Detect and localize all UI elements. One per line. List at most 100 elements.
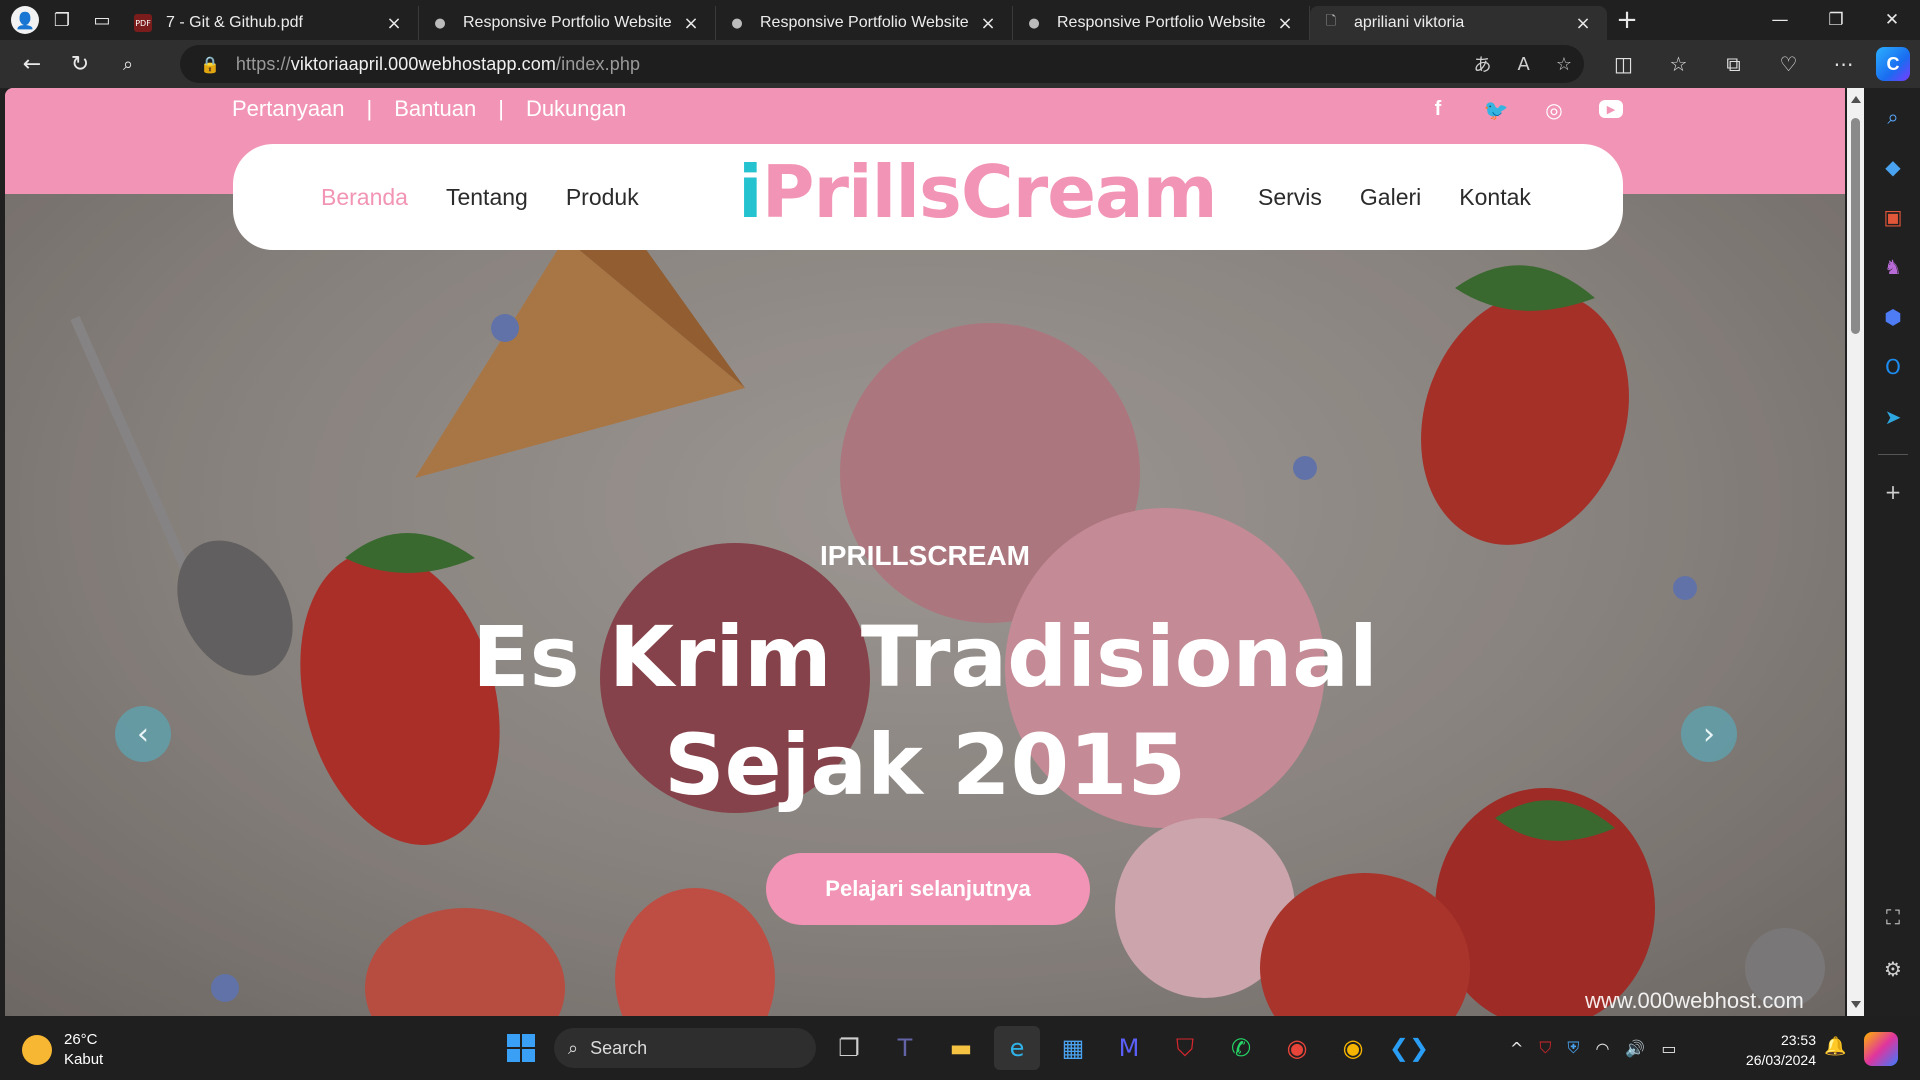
back-icon[interactable]: ←: [8, 44, 56, 84]
security-icon[interactable]: ⛨: [1567, 1038, 1579, 1058]
wifi-icon[interactable]: ◠: [1595, 1039, 1609, 1058]
file-explorer-icon[interactable]: ▬: [938, 1026, 984, 1070]
shopping-tag-icon[interactable]: ◆: [1866, 142, 1920, 192]
page-scrollbar[interactable]: [1847, 88, 1864, 1016]
tab-portfolio-3[interactable]: ● Responsive Portfolio Website ×: [1013, 6, 1310, 40]
read-aloud-icon[interactable]: A: [1518, 54, 1530, 75]
battery-icon[interactable]: ▭: [1661, 1039, 1676, 1058]
app-m-icon[interactable]: M: [1106, 1026, 1152, 1070]
search-label: Search: [590, 1037, 648, 1058]
chevron-left-icon: ‹: [137, 716, 149, 752]
nav-right-group: Servis Galeri Kontak: [1258, 144, 1531, 250]
nav-beranda[interactable]: Beranda: [321, 184, 408, 211]
twitter-icon[interactable]: 🐦: [1483, 98, 1509, 122]
top-link-pertanyaan[interactable]: Pertanyaan: [232, 96, 345, 122]
close-tab-icon[interactable]: ×: [1571, 13, 1595, 34]
edge-icon[interactable]: e: [994, 1026, 1040, 1070]
browser-essentials-icon[interactable]: ♡: [1761, 52, 1816, 76]
nav-produk[interactable]: Produk: [566, 184, 639, 211]
scroll-thumb[interactable]: [1851, 118, 1860, 334]
host-watermark[interactable]: www.000webhost.com: [1585, 988, 1804, 1014]
search-icon[interactable]: ⌕: [104, 44, 152, 84]
vscode-icon[interactable]: ❮❯: [1386, 1026, 1432, 1070]
favorite-star-icon[interactable]: ☆: [1556, 54, 1572, 75]
carousel-next-button[interactable]: ›: [1681, 706, 1737, 762]
window-controls: — ❐ ✕: [1752, 0, 1920, 40]
copilot-taskbar-icon[interactable]: [1864, 1032, 1898, 1066]
favorites-icon[interactable]: ☆: [1651, 52, 1706, 76]
top-link-dukungan[interactable]: Dukungan: [526, 96, 626, 122]
volume-icon[interactable]: 🔊: [1625, 1039, 1645, 1058]
scroll-up-icon[interactable]: [1851, 96, 1861, 103]
whatsapp-icon[interactable]: ✆: [1218, 1026, 1264, 1070]
tab-git-github-pdf[interactable]: PDF 7 - Git & Github.pdf ×: [122, 6, 419, 40]
top-link-separator: |: [498, 96, 504, 121]
start-button[interactable]: [498, 1026, 544, 1070]
brand-logo-text: PrillsCream: [761, 150, 1218, 234]
copilot-icon[interactable]: C: [1876, 47, 1910, 81]
instagram-icon[interactable]: ◎: [1541, 98, 1567, 122]
weather-widget[interactable]: 26°C Kabut: [22, 1030, 103, 1070]
top-link-bantuan[interactable]: Bantuan: [394, 96, 476, 122]
profile-icon: 👤: [11, 6, 39, 34]
sidebar-search-icon[interactable]: ⌕: [1866, 92, 1920, 142]
tab-apriliani-viktoria[interactable]: 🗋 apriliani viktoria ×: [1310, 6, 1607, 40]
notification-bell-icon[interactable]: 🔔: [1824, 1036, 1846, 1057]
taskbar-apps: ⌕ Search ❐ T ▬ e ▦ M ⛉ ✆ ◉ ◉ ❮❯: [498, 1026, 1432, 1070]
learn-more-button[interactable]: Pelajari selanjutnya: [766, 853, 1090, 925]
close-tab-icon[interactable]: ×: [679, 13, 703, 34]
tab-portfolio-1[interactable]: ● Responsive Portfolio Website ×: [419, 6, 716, 40]
mcafee-icon[interactable]: ⛉: [1162, 1026, 1208, 1070]
show-hidden-icons-icon[interactable]: ^: [1510, 1039, 1523, 1058]
nav-kontak[interactable]: Kontak: [1459, 184, 1531, 211]
tab-portfolio-2[interactable]: ● Responsive Portfolio Website ×: [716, 6, 1013, 40]
microsoft-365-icon[interactable]: ⬢: [1866, 292, 1920, 342]
taskbar-search[interactable]: ⌕ Search: [554, 1028, 816, 1068]
system-clock[interactable]: 23:53 26/03/2024: [1736, 1030, 1816, 1070]
tab-actions-icon[interactable]: ▭: [82, 0, 122, 40]
add-sidebar-app-icon[interactable]: +: [1866, 467, 1920, 517]
social-links: f 🐦 ◎ ▶: [1425, 98, 1623, 122]
url-host: viktoriaapril.000webhostapp.com: [290, 53, 556, 74]
minimize-icon[interactable]: —: [1752, 0, 1808, 40]
close-tab-icon[interactable]: ×: [1273, 13, 1297, 34]
workspaces-icon[interactable]: ❐: [42, 0, 82, 40]
drop-icon[interactable]: ➤: [1866, 392, 1920, 442]
translate-icon[interactable]: あ: [1474, 51, 1492, 77]
tools-icon[interactable]: ▣: [1866, 192, 1920, 242]
new-tab-button[interactable]: +: [1607, 5, 1647, 35]
profile-button[interactable]: 👤: [8, 3, 42, 37]
more-options-icon[interactable]: ⋯: [1816, 52, 1871, 76]
nav-galeri[interactable]: Galeri: [1360, 184, 1421, 211]
close-tab-icon[interactable]: ×: [976, 13, 1000, 34]
refresh-icon[interactable]: ↻: [56, 44, 104, 84]
collections-icon[interactable]: ⧉: [1706, 52, 1761, 76]
task-view-icon[interactable]: ❐: [826, 1026, 872, 1070]
nav-servis[interactable]: Servis: [1258, 184, 1322, 211]
split-screen-icon[interactable]: ◫: [1596, 52, 1651, 76]
games-icon[interactable]: ♞: [1866, 242, 1920, 292]
youtube-icon[interactable]: ▶: [1599, 100, 1623, 118]
screenshot-icon[interactable]: ⛶: [1866, 892, 1920, 942]
weather-condition: Kabut: [64, 1051, 104, 1068]
close-window-icon[interactable]: ✕: [1864, 0, 1920, 40]
sidebar-settings-icon[interactable]: ⚙: [1866, 944, 1920, 994]
url-prefix: https://: [235, 53, 291, 74]
microsoft-store-icon[interactable]: ▦: [1050, 1026, 1096, 1070]
outlook-icon[interactable]: O: [1866, 342, 1920, 392]
address-bar[interactable]: 🔒 https://viktoriaapril.000webhostapp.co…: [180, 45, 1584, 83]
lock-icon[interactable]: 🔒: [200, 55, 220, 74]
brand-logo[interactable]: iPrillsCream: [738, 150, 1218, 234]
teams-icon[interactable]: T: [882, 1026, 928, 1070]
facebook-icon[interactable]: f: [1425, 98, 1451, 122]
restore-icon[interactable]: ❐: [1808, 0, 1864, 40]
hero-title: Es Krim Tradisional Sejak 2015: [5, 603, 1845, 819]
carousel-prev-button[interactable]: ‹: [115, 706, 171, 762]
chrome-profile-icon[interactable]: ◉: [1330, 1026, 1376, 1070]
mcafee-tray-icon[interactable]: ⛉: [1539, 1038, 1551, 1058]
url-text[interactable]: https://viktoriaapril.000webhostapp.com/…: [236, 54, 640, 75]
nav-tentang[interactable]: Tentang: [446, 184, 528, 211]
close-tab-icon[interactable]: ×: [382, 13, 406, 34]
chrome-icon[interactable]: ◉: [1274, 1026, 1320, 1070]
scroll-down-icon[interactable]: [1851, 1001, 1861, 1008]
